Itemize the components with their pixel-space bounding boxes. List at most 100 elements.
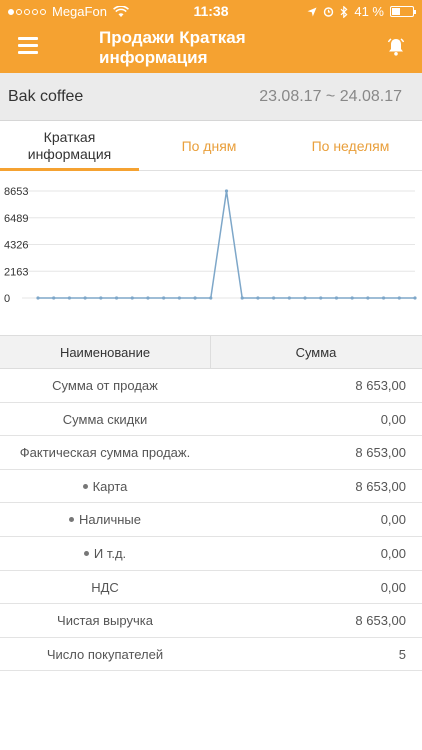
- data-point: [272, 296, 276, 300]
- y-tick-label: 2163: [4, 266, 28, 278]
- row-label: Сумма скидки: [0, 412, 210, 427]
- data-point: [366, 296, 370, 300]
- data-point: [36, 296, 40, 300]
- location-icon: [307, 7, 317, 16]
- row-value: 0,00: [380, 545, 406, 561]
- y-tick-label: 4326: [4, 240, 28, 252]
- row-label-text: Чистая выручка: [57, 613, 153, 629]
- data-point: [381, 296, 386, 300]
- status-bar: MegaFon 11:38 41 %: [0, 0, 422, 22]
- data-point: [256, 296, 260, 300]
- row-label-text: Число покупателей: [46, 646, 164, 662]
- data-point: [209, 296, 213, 300]
- row-label: Число покупателей: [0, 647, 210, 662]
- y-tick-label: 8653: [4, 186, 28, 198]
- page-title-line2: информация: [99, 48, 208, 67]
- page-title-line1: Продажи Краткая: [99, 28, 246, 47]
- data-point: [52, 296, 56, 300]
- date-range[interactable]: 23.08.17 ~ 24.08.17: [259, 88, 402, 106]
- table-row: И т.д. 0,00: [0, 537, 422, 571]
- top-bar: MegaFon 11:38 41 % Продажи Краткая инфор…: [0, 0, 422, 73]
- bullet-icon: [69, 517, 74, 523]
- data-point: [413, 296, 417, 300]
- table-row: Сумма от продаж 8 653,00: [0, 369, 422, 403]
- data-point: [146, 296, 150, 300]
- header-name: Наименование: [59, 345, 151, 360]
- data-point: [319, 296, 323, 300]
- table-body: Сумма от продаж 8 653,00 Сумма скидки 0,00 Ф…: [0, 369, 422, 672]
- date-to: 24.08.17: [339, 88, 402, 105]
- table-header: Наименование Сумма: [0, 336, 422, 369]
- store-name: Bak coffee: [8, 88, 84, 105]
- row-value: 8 653,00: [355, 445, 406, 461]
- data-point: [303, 296, 307, 300]
- data-point: [114, 296, 119, 300]
- row-value: 8 653,00: [355, 478, 406, 494]
- row-value: 0,00: [380, 579, 406, 595]
- data-point: [240, 296, 244, 300]
- row-label: Карта: [0, 479, 210, 494]
- bluetooth-icon: [340, 5, 348, 18]
- tab-summary-line2: информация: [27, 146, 112, 162]
- table-row: Наличные 0,00: [0, 503, 422, 537]
- row-label-text: И т.д.: [93, 545, 127, 561]
- data-point: [334, 296, 339, 300]
- row-label: И т.д.: [0, 546, 210, 561]
- row-value: 5: [398, 646, 406, 662]
- row-label: Наличные: [0, 512, 210, 527]
- row-value: 8 653,00: [355, 378, 406, 393]
- tab-by-days[interactable]: По дням: [139, 121, 279, 171]
- tab-summary[interactable]: Краткая информация: [0, 121, 139, 171]
- summary-table: Наименование Сумма Сумма от продаж 8 653,…: [0, 335, 422, 672]
- row-label: Чистая выручка: [0, 613, 210, 628]
- row-label-text: Фактическая сумма продаж.: [19, 445, 191, 461]
- bullet-icon: [83, 551, 89, 557]
- header-sum: Сумма: [295, 345, 337, 360]
- row-value: 0,00: [380, 411, 406, 427]
- table-row: Фактическая сумма продаж. 8 653,00: [0, 436, 422, 470]
- row-label: Сумма от продаж: [0, 378, 210, 393]
- data-point: [224, 189, 229, 193]
- alarm-icon: [324, 7, 334, 17]
- data-point: [177, 296, 181, 300]
- tab-bar: Краткая информация По дням По неделям: [0, 121, 422, 171]
- row-value: 0,00: [380, 512, 406, 528]
- y-tick-label: 0: [4, 293, 10, 305]
- data-point: [162, 296, 166, 300]
- battery-icon: [390, 6, 416, 17]
- row-label-text: Карта: [92, 478, 128, 494]
- sales-chart: 8653 6489 4326 2163 0: [4, 186, 417, 305]
- status-right: 41 %: [307, 4, 416, 19]
- store-date-row[interactable]: Bak coffee 23.08.17 ~ 24.08.17: [0, 73, 422, 121]
- date-from: 23.08.17: [259, 88, 322, 105]
- row-value: 8 653,00: [355, 613, 406, 629]
- menu-icon[interactable]: [18, 37, 38, 55]
- table-row: Число покупателей 5: [0, 638, 422, 672]
- page-title: Продажи Краткая информация: [99, 28, 299, 68]
- table-row: Чистая выручка 8 653,00: [0, 604, 422, 638]
- data-point: [193, 296, 197, 300]
- data-point: [67, 296, 72, 300]
- battery-percent: 41 %: [354, 4, 384, 19]
- bullet-icon: [82, 483, 88, 489]
- tab-by-weeks[interactable]: По неделям: [279, 121, 422, 171]
- data-point: [99, 296, 103, 300]
- row-label-text: Наличные: [79, 512, 141, 528]
- date-separator: ~: [325, 88, 336, 105]
- row-label: НДС: [0, 580, 210, 595]
- bell-icon[interactable]: [386, 37, 406, 57]
- data-point: [397, 296, 401, 300]
- y-tick-label: 6489: [4, 213, 28, 225]
- data-point: [350, 296, 354, 300]
- data-point: [287, 296, 291, 300]
- table-row: НДС 0,00: [0, 571, 422, 605]
- app-header: Продажи Краткая информация: [0, 22, 422, 73]
- data-point: [83, 296, 87, 300]
- row-label-text: НДС: [91, 579, 119, 595]
- table-row: Карта 8 653,00: [0, 470, 422, 504]
- data-point: [130, 296, 134, 300]
- row-label-text: Сумма от продаж: [52, 378, 158, 393]
- tab-summary-line1: Краткая: [43, 129, 96, 145]
- row-label: Фактическая сумма продаж.: [0, 445, 210, 460]
- table-row: Сумма скидки 0,00: [0, 403, 422, 437]
